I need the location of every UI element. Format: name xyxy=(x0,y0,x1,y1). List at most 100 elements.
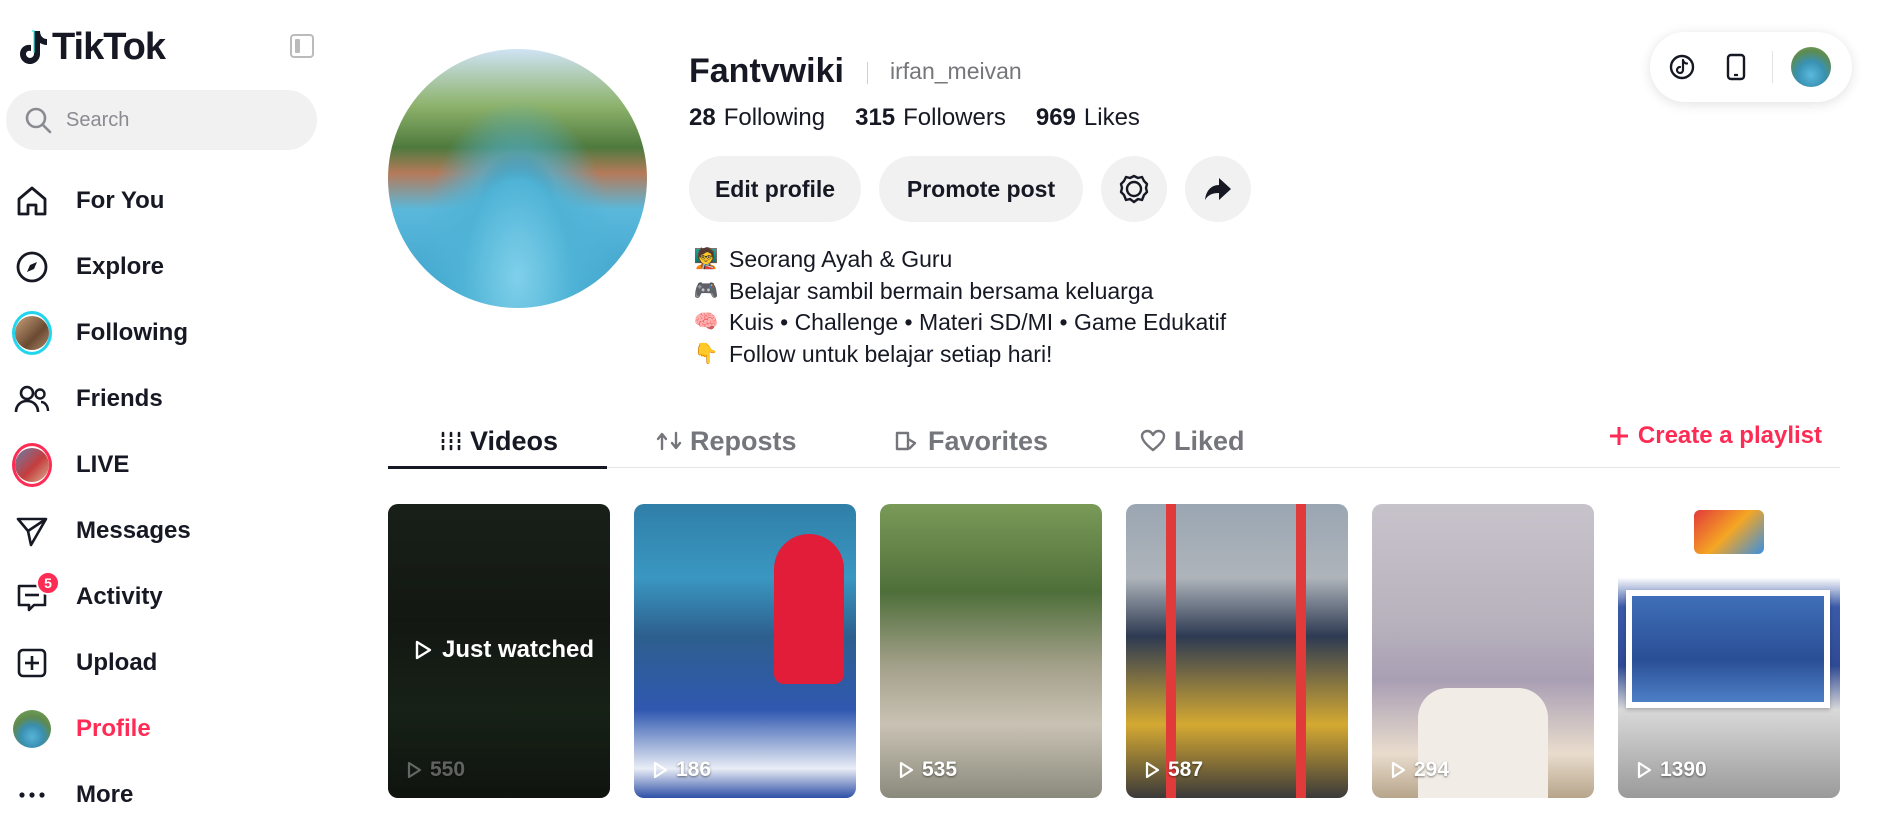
sidebar-item-label: Messages xyxy=(76,517,191,544)
heart-icon xyxy=(1140,429,1166,452)
collapse-sidebar-icon[interactable] xyxy=(290,34,314,58)
video-thumbnail-figure xyxy=(774,534,844,684)
create-playlist-button[interactable]: Create a playlist xyxy=(1608,422,1822,450)
sidebar-item-for-you[interactable]: For You xyxy=(12,168,312,234)
tab-videos[interactable]: Videos xyxy=(440,414,558,468)
share-arrow-icon xyxy=(1205,178,1231,200)
play-icon xyxy=(653,761,668,779)
play-icon xyxy=(415,640,432,660)
sidebar-item-activity[interactable]: 5 Activity xyxy=(12,564,312,630)
more-dots-icon xyxy=(12,775,52,815)
home-icon xyxy=(12,181,52,221)
sidebar-item-label: Following xyxy=(76,319,188,346)
profile-stats: 28 Following 315 Followers 969 Likes xyxy=(689,104,1140,132)
compass-icon xyxy=(12,247,52,287)
stat-following[interactable]: 28 Following xyxy=(689,104,825,132)
stat-value: 969 xyxy=(1035,104,1076,131)
video-card[interactable]: 587 xyxy=(1126,504,1348,798)
sidebar-item-label: More xyxy=(76,781,134,808)
bio-text: Belajar sambil bermain bersama keluarga xyxy=(729,277,1154,304)
plus-square-icon xyxy=(12,643,52,683)
logo-text: TikTok xyxy=(52,25,166,68)
settings-button[interactable] xyxy=(1101,156,1167,222)
sidebar-item-messages[interactable]: Messages xyxy=(12,498,312,564)
sidebar-item-label: Explore xyxy=(76,253,165,280)
bio-line: 🎮 Belajar sambil bermain bersama keluarga xyxy=(693,276,1226,308)
activity-badge: 5 xyxy=(36,571,60,595)
grid-icon xyxy=(440,431,462,451)
view-count-value: 587 xyxy=(1168,758,1204,781)
active-tab-indicator xyxy=(388,466,607,469)
sidebar-item-friends[interactable]: Friends xyxy=(12,366,312,432)
sidebar-item-explore[interactable]: Explore xyxy=(12,234,312,300)
tiktok-coin-icon[interactable] xyxy=(1664,49,1700,85)
profile-tabs: Videos Reposts Favorites Liked Create a … xyxy=(388,404,1840,469)
search-icon xyxy=(25,107,52,134)
sidebar-item-upload[interactable]: Upload xyxy=(12,630,312,696)
search-box[interactable] xyxy=(6,90,317,150)
bio-line: 🧑‍🏫 Seorang Ayah & Guru xyxy=(693,244,1226,276)
play-icon xyxy=(1145,761,1160,779)
tab-reposts[interactable]: Reposts xyxy=(656,414,797,468)
just-watched-label: Just watched xyxy=(442,636,595,663)
sidebar-item-following[interactable]: Following xyxy=(12,300,312,366)
teacher-emoji-icon: 🧑‍🏫 xyxy=(693,248,719,270)
view-count-value: 294 xyxy=(1414,758,1450,781)
view-count: 587 xyxy=(1144,758,1203,782)
view-count-value: 186 xyxy=(676,758,712,781)
sidebar-item-label: Profile xyxy=(76,715,151,742)
video-thumbnail-figure xyxy=(1166,504,1306,798)
video-card[interactable]: Just watched 550 xyxy=(388,504,610,798)
sidebar-item-label: Friends xyxy=(76,385,163,412)
video-grid: Just watched 550 186 535 587 294 1390 xyxy=(388,504,1840,798)
video-thumbnail-figure xyxy=(1626,590,1830,708)
point-down-emoji-icon: 👇 xyxy=(693,342,719,365)
view-count-value: 550 xyxy=(430,758,466,781)
sidebar: TikTok For You Explore Following xyxy=(0,0,330,814)
edit-profile-button[interactable]: Edit profile xyxy=(689,156,861,222)
stat-label: Followers xyxy=(903,104,1006,131)
stat-followers[interactable]: 315 Followers xyxy=(855,104,1006,132)
send-icon xyxy=(12,511,52,551)
just-watched-overlay: Just watched xyxy=(414,636,594,664)
tab-label: Reposts xyxy=(690,425,797,456)
tab-favorites[interactable]: Favorites xyxy=(894,414,1048,468)
video-card[interactable]: 186 xyxy=(634,504,856,798)
tab-label: Liked xyxy=(1174,425,1245,456)
view-count: 186 xyxy=(652,758,711,782)
tab-liked[interactable]: Liked xyxy=(1140,414,1245,468)
tiktok-logo[interactable]: TikTok xyxy=(16,24,166,70)
name-divider xyxy=(867,62,868,84)
profile-avatar xyxy=(12,709,52,749)
sidebar-item-label: Activity xyxy=(76,583,163,610)
sidebar-item-live[interactable]: LIVE xyxy=(12,432,312,498)
profile-photo[interactable] xyxy=(388,49,647,308)
stat-value: 315 xyxy=(855,104,896,131)
brain-emoji-icon: 🧠 xyxy=(693,311,719,333)
promote-post-button[interactable]: Promote post xyxy=(879,156,1083,222)
top-right-toolbar xyxy=(1650,32,1852,102)
activity-icon: 5 xyxy=(12,571,60,617)
search-input[interactable] xyxy=(66,108,286,132)
stat-value: 28 xyxy=(689,104,716,131)
video-card[interactable]: 294 xyxy=(1372,504,1594,798)
bio-line: 🧠 Kuis • Challenge • Materi SD/MI • Game … xyxy=(693,307,1227,339)
play-icon xyxy=(1637,761,1652,779)
sidebar-item-more[interactable]: More xyxy=(12,762,312,828)
profile-bio: 🧑‍🏫 Seorang Ayah & Guru 🎮 Belajar sambil b… xyxy=(693,244,1227,370)
video-card[interactable]: 1390 xyxy=(1618,504,1840,798)
bio-text: Seorang Ayah & Guru xyxy=(729,246,953,272)
share-button[interactable] xyxy=(1185,156,1251,222)
sidebar-item-label: Upload xyxy=(76,649,158,676)
following-avatar xyxy=(12,311,52,355)
view-count: 535 xyxy=(898,758,957,782)
view-count-value: 535 xyxy=(922,758,958,781)
play-icon xyxy=(407,761,422,779)
mobile-app-icon[interactable] xyxy=(1718,49,1754,85)
bookmark-icon xyxy=(895,431,917,451)
video-card[interactable]: 535 xyxy=(880,504,1102,798)
stat-likes: 969 Likes xyxy=(1036,104,1140,132)
account-avatar[interactable] xyxy=(1791,47,1831,87)
sidebar-item-profile[interactable]: Profile xyxy=(12,696,312,762)
video-thumbnail-logo xyxy=(1694,510,1764,554)
